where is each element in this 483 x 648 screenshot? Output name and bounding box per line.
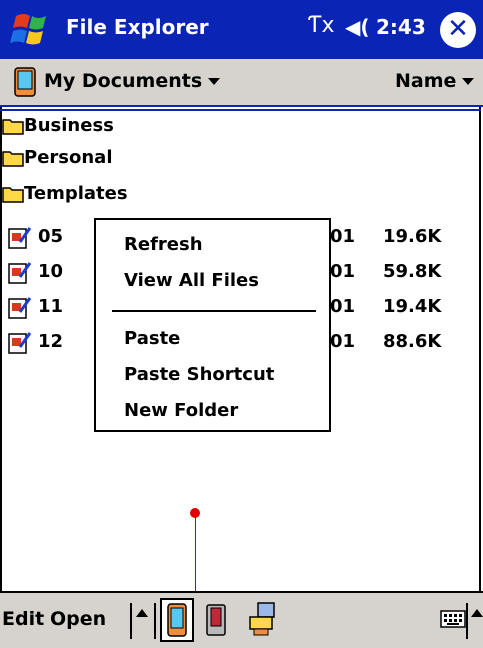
storage-pda-button[interactable] xyxy=(160,598,194,642)
chevron-down-icon xyxy=(462,78,475,85)
menu-item-refresh[interactable]: Refresh xyxy=(124,234,203,255)
toolbar-divider xyxy=(466,603,468,639)
connectivity-icon[interactable]: Ƭx xyxy=(308,13,334,38)
menu-item-paste-shortcut[interactable]: Paste Shortcut xyxy=(124,364,274,385)
file-size: 19.6K xyxy=(383,226,442,247)
note-file-icon xyxy=(8,297,32,319)
close-icon[interactable]: ✕ xyxy=(440,12,476,48)
clock[interactable]: 2:43 xyxy=(376,15,426,39)
pda-device-icon xyxy=(14,67,36,97)
toolbar-divider xyxy=(130,603,132,639)
file-name: 11 xyxy=(38,296,64,317)
menu-item-new-folder[interactable]: New Folder xyxy=(124,400,238,421)
folder-icon xyxy=(2,119,24,135)
pda-device-icon xyxy=(167,603,187,637)
item-name: Personal xyxy=(24,147,113,168)
file-name: 12 xyxy=(38,331,64,352)
chevron-down-icon xyxy=(208,78,221,85)
folder-header: My Documents Name xyxy=(0,59,483,107)
folder-name: My Documents xyxy=(44,70,203,92)
folder-icon xyxy=(2,187,24,203)
edit-menu[interactable]: Edit xyxy=(2,608,44,630)
network-folder-icon[interactable] xyxy=(246,601,278,637)
menu-item-view-all-files[interactable]: View All Files xyxy=(124,270,259,291)
file-size: 19.4K xyxy=(383,296,442,317)
note-file-icon xyxy=(8,262,32,284)
volume-icon[interactable]: ◀( xyxy=(345,15,370,39)
menu-divider xyxy=(112,310,316,312)
up-arrow-icon[interactable] xyxy=(136,609,148,617)
note-file-icon xyxy=(8,227,32,249)
file-date: 01 xyxy=(330,226,356,247)
storage-card-icon[interactable] xyxy=(204,603,228,637)
list-item-templates[interactable]: Templates xyxy=(0,179,481,211)
keyboard-icon[interactable] xyxy=(440,609,466,629)
windows-start-icon[interactable] xyxy=(8,10,58,50)
pocket-pc-screen: File Explorer Ƭx ◀( 2:43 ✕ My Documents … xyxy=(0,0,483,648)
list-item-personal[interactable]: Personal xyxy=(0,143,481,175)
toolbar-divider xyxy=(154,603,156,639)
file-date: 01 xyxy=(330,331,356,352)
file-name: 05 xyxy=(38,226,64,247)
bottom-toolbar: Edit Open xyxy=(0,591,483,648)
context-menu: Refresh View All Files Paste Paste Short… xyxy=(94,218,331,432)
up-arrow-icon[interactable] xyxy=(471,609,483,617)
item-name: Templates xyxy=(24,183,128,204)
file-size: 88.6K xyxy=(383,331,442,352)
folder-dropdown[interactable]: My Documents xyxy=(44,70,221,92)
list-item-business[interactable]: Business xyxy=(0,109,481,143)
app-title: File Explorer xyxy=(66,15,209,39)
sort-label: Name xyxy=(395,70,457,92)
file-name: 10 xyxy=(38,261,64,282)
note-file-icon xyxy=(8,332,32,354)
file-date: 01 xyxy=(330,296,356,317)
file-date: 01 xyxy=(330,261,356,282)
file-size: 59.8K xyxy=(383,261,442,282)
item-name: Business xyxy=(24,115,114,136)
open-menu[interactable]: Open xyxy=(50,608,106,630)
sort-dropdown[interactable]: Name xyxy=(395,70,475,92)
title-bar: File Explorer Ƭx ◀( 2:43 ✕ xyxy=(0,0,483,59)
folder-icon xyxy=(2,151,24,167)
menu-item-paste[interactable]: Paste xyxy=(124,328,180,349)
